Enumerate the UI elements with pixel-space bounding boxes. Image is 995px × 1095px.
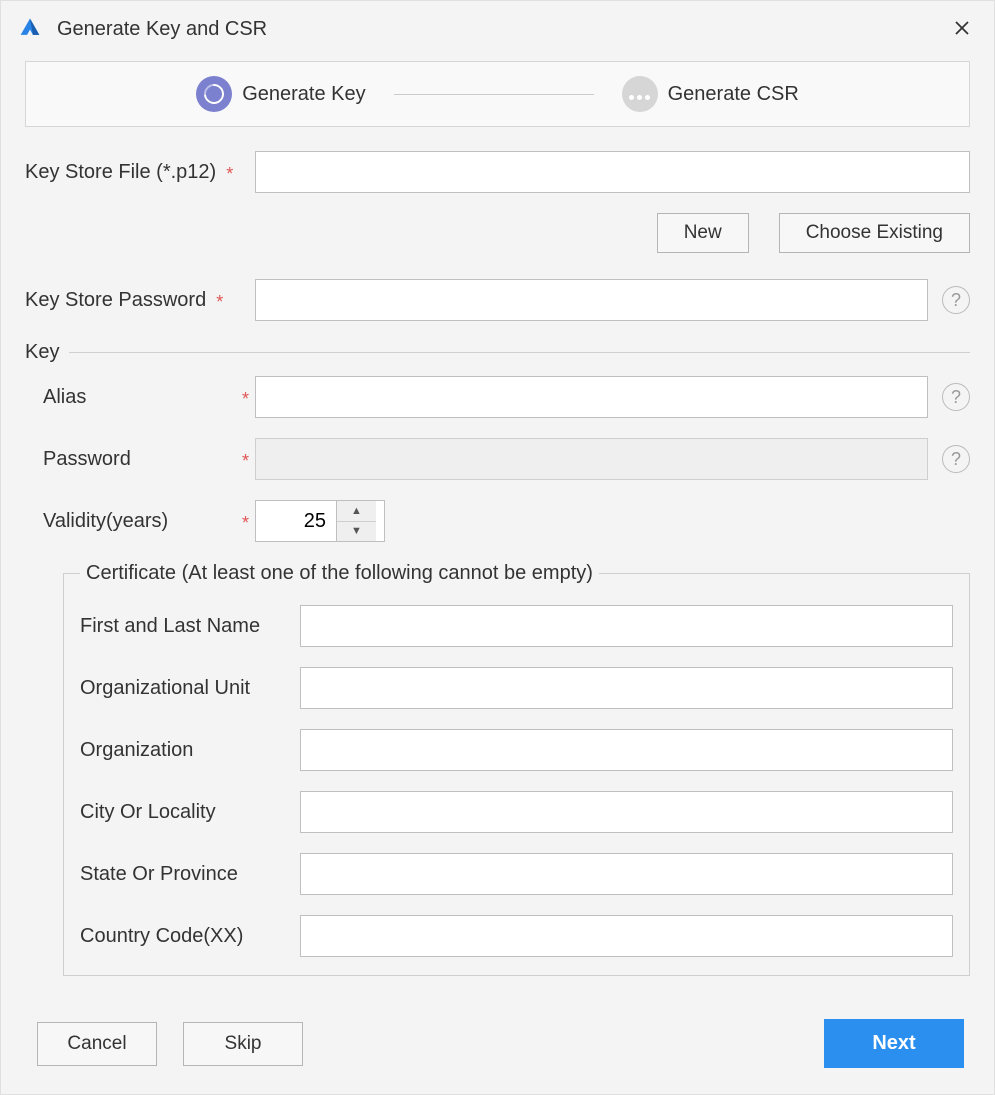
organization-label: Organization — [80, 739, 300, 762]
content-area: Generate Key Generate CSR Key Store File… — [1, 51, 994, 1009]
required-icon: * — [242, 389, 249, 410]
required-icon: * — [242, 513, 249, 534]
alias-label: Alias — [43, 386, 86, 409]
next-button[interactable]: Next — [824, 1019, 964, 1068]
titlebar: Generate Key and CSR — [1, 1, 994, 51]
state-label: State Or Province — [80, 863, 300, 886]
certificate-fieldset: Certificate (At least one of the followi… — [63, 562, 970, 976]
key-password-label: Password — [43, 448, 131, 471]
step-generate-csr: Generate CSR — [622, 76, 799, 112]
state-input[interactable] — [300, 853, 953, 895]
row-keystore-file: Key Store File (*.p12) * — [25, 151, 970, 193]
new-keystore-button[interactable]: New — [657, 213, 749, 253]
required-icon: * — [242, 451, 249, 472]
row-first-last-name: First and Last Name — [80, 605, 953, 647]
row-alias: Alias * ? — [43, 376, 970, 418]
organization-input[interactable] — [300, 729, 953, 771]
org-unit-label: Organizational Unit — [80, 677, 300, 700]
required-icon: * — [216, 292, 223, 313]
row-org-unit: Organizational Unit — [80, 667, 953, 709]
choose-existing-button[interactable]: Choose Existing — [779, 213, 970, 253]
required-icon: * — [226, 164, 233, 185]
dialog-window: Generate Key and CSR Generate Key Genera… — [0, 0, 995, 1095]
row-key-password: Password * ? — [43, 438, 970, 480]
org-unit-input[interactable] — [300, 667, 953, 709]
cancel-button[interactable]: Cancel — [37, 1022, 157, 1066]
skip-button[interactable]: Skip — [183, 1022, 303, 1066]
dialog-footer: Cancel Skip Next — [1, 1009, 994, 1094]
keystore-file-label: Key Store File (*.p12) — [25, 161, 216, 184]
country-label: Country Code(XX) — [80, 925, 300, 948]
certificate-fieldset-legend: Certificate (At least one of the followi… — [80, 562, 599, 585]
validity-step-down[interactable]: ▼ — [337, 522, 376, 542]
step-2-indicator-icon — [622, 76, 658, 112]
first-last-name-input[interactable] — [300, 605, 953, 647]
step-2-label: Generate CSR — [668, 83, 799, 106]
city-input[interactable] — [300, 791, 953, 833]
step-1-label: Generate Key — [242, 83, 365, 106]
keystore-password-label: Key Store Password — [25, 289, 206, 312]
app-logo-icon — [15, 14, 45, 44]
step-1-indicator-icon — [196, 76, 232, 112]
row-state: State Or Province — [80, 853, 953, 895]
validity-input[interactable] — [256, 501, 336, 541]
validity-step-up[interactable]: ▲ — [337, 501, 376, 522]
close-button[interactable] — [944, 12, 980, 46]
row-validity: Validity(years) * ▲ ▼ — [43, 500, 970, 542]
row-city: City Or Locality — [80, 791, 953, 833]
first-last-name-label: First and Last Name — [80, 615, 300, 638]
country-input[interactable] — [300, 915, 953, 957]
alias-help-icon[interactable]: ? — [942, 383, 970, 411]
validity-spinner[interactable]: ▲ ▼ — [255, 500, 385, 542]
stepper-connector — [394, 94, 594, 95]
keystore-file-input[interactable] — [255, 151, 970, 193]
wizard-stepper: Generate Key Generate CSR — [25, 61, 970, 127]
key-fieldset-legend: Key — [25, 341, 69, 364]
step-generate-key: Generate Key — [196, 76, 365, 112]
row-organization: Organization — [80, 729, 953, 771]
city-label: City Or Locality — [80, 801, 300, 824]
key-password-input — [255, 438, 928, 480]
keystore-password-input[interactable] — [255, 279, 928, 321]
keystore-file-buttons: New Choose Existing — [25, 213, 970, 253]
close-icon — [954, 20, 970, 36]
form: Key Store File (*.p12) * New Choose Exis… — [25, 127, 970, 976]
key-fieldset: Key Alias * ? Password * — [25, 341, 970, 976]
row-country: Country Code(XX) — [80, 915, 953, 957]
row-keystore-password: Key Store Password * ? — [25, 279, 970, 321]
alias-input[interactable] — [255, 376, 928, 418]
key-password-help-icon[interactable]: ? — [942, 445, 970, 473]
window-title: Generate Key and CSR — [57, 18, 267, 41]
validity-label: Validity(years) — [43, 510, 168, 533]
keystore-password-help-icon[interactable]: ? — [942, 286, 970, 314]
